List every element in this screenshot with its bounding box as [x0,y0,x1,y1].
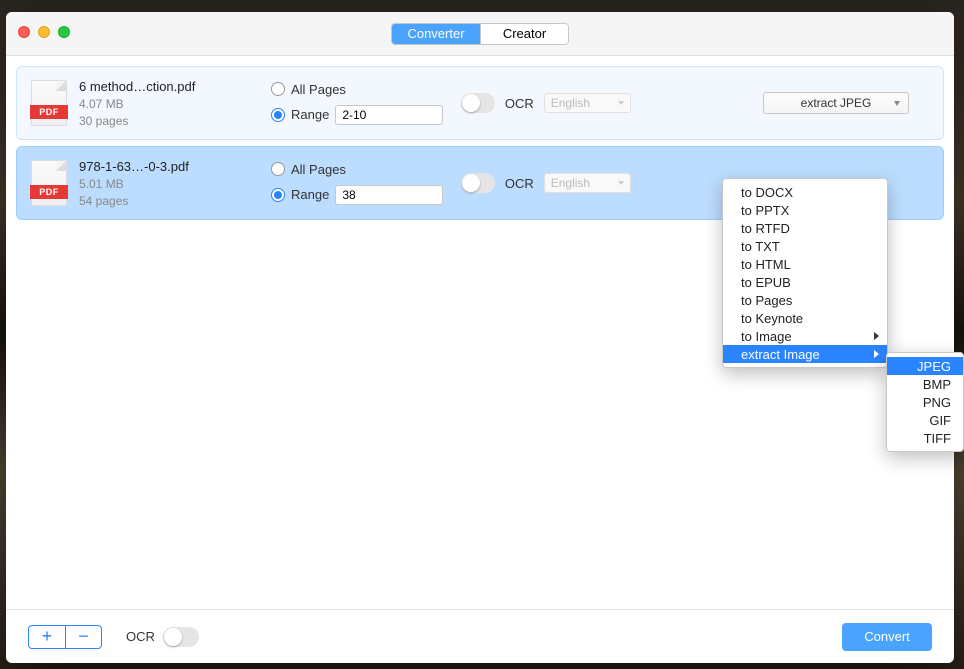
file-size: 5.01 MB [79,177,189,191]
tab-creator[interactable]: Creator [480,24,568,44]
menu-item-keynote[interactable]: to Keynote [723,309,887,327]
submenu-item-tiff[interactable]: TIFF [887,429,963,447]
pdf-file-icon: PDF [31,160,67,206]
submenu-item-jpeg[interactable]: JPEG [887,357,963,375]
range-label: Range [291,107,329,122]
page-options: All Pages Range [271,162,461,205]
format-value: extract JPEG [801,96,872,110]
range-label: Range [291,187,329,202]
radio-icon [271,108,285,122]
file-size: 4.07 MB [79,97,195,111]
submenu-item-png[interactable]: PNG [887,393,963,411]
language-dropdown[interactable]: English [544,173,631,193]
add-button[interactable]: + [29,626,65,648]
menu-item-epub[interactable]: to EPUB [723,273,887,291]
file-pages: 30 pages [79,114,195,128]
submenu-item-gif[interactable]: GIF [887,411,963,429]
file-info: PDF 978-1-63…-0-3.pdf 5.01 MB 54 pages [31,159,271,208]
file-meta: 6 method…ction.pdf 4.07 MB 30 pages [79,79,195,128]
maximize-icon[interactable] [58,26,70,38]
radio-icon [271,162,285,176]
global-ocr: OCR [126,627,199,647]
all-pages-option[interactable]: All Pages [271,82,461,97]
all-pages-label: All Pages [291,82,346,97]
menu-item-rtfd[interactable]: to RTFD [723,219,887,237]
range-option[interactable]: Range [271,105,461,125]
ocr-label: OCR [505,176,534,191]
range-option[interactable]: Range [271,185,461,205]
file-row[interactable]: PDF 6 method…ction.pdf 4.07 MB 30 pages … [16,66,944,140]
menu-item-pptx[interactable]: to PPTX [723,201,887,219]
all-pages-label: All Pages [291,162,346,177]
menu-item-to-image[interactable]: to Image [723,327,887,345]
mode-segmented-control: Converter Creator [391,23,569,45]
format-cell: extract JPEG [631,92,929,114]
pdf-badge: PDF [30,185,68,199]
ocr-label: OCR [505,96,534,111]
pdf-file-icon: PDF [31,80,67,126]
language-value: English [551,96,590,110]
menu-item-pages[interactable]: to Pages [723,291,887,309]
all-pages-option[interactable]: All Pages [271,162,461,177]
output-format-dropdown[interactable]: extract JPEG [763,92,909,114]
add-remove-control: + − [28,625,102,649]
extract-image-submenu: JPEG BMP PNG GIF TIFF [886,352,964,452]
radio-icon [271,188,285,202]
ocr-cell: OCR English [461,173,631,193]
menu-item-txt[interactable]: to TXT [723,237,887,255]
app-window: Converter Creator PDF 6 method…ction.pdf… [6,12,954,663]
menu-item-docx[interactable]: to DOCX [723,183,887,201]
pdf-badge: PDF [30,105,68,119]
ocr-toggle[interactable] [461,93,495,113]
ocr-toggle[interactable] [461,173,495,193]
radio-icon [271,82,285,96]
menu-item-extract-image[interactable]: extract Image [723,345,887,363]
global-ocr-toggle[interactable] [163,627,199,647]
ocr-cell: OCR English [461,93,631,113]
language-dropdown[interactable]: English [544,93,631,113]
page-options: All Pages Range [271,82,461,125]
range-input[interactable] [335,105,443,125]
range-input[interactable] [335,185,443,205]
footer: + − OCR Convert [6,609,954,663]
close-icon[interactable] [18,26,30,38]
minimize-icon[interactable] [38,26,50,38]
titlebar: Converter Creator [6,12,954,56]
remove-button[interactable]: − [65,626,101,648]
convert-button[interactable]: Convert [842,623,932,651]
file-info: PDF 6 method…ction.pdf 4.07 MB 30 pages [31,79,271,128]
file-meta: 978-1-63…-0-3.pdf 5.01 MB 54 pages [79,159,189,208]
window-controls [18,26,70,38]
submenu-item-bmp[interactable]: BMP [887,375,963,393]
file-pages: 54 pages [79,194,189,208]
file-name: 978-1-63…-0-3.pdf [79,159,189,174]
language-value: English [551,176,590,190]
ocr-label: OCR [126,629,155,644]
tab-converter[interactable]: Converter [392,24,480,44]
menu-item-html[interactable]: to HTML [723,255,887,273]
format-menu: to DOCX to PPTX to RTFD to TXT to HTML t… [722,178,888,368]
file-name: 6 method…ction.pdf [79,79,195,94]
